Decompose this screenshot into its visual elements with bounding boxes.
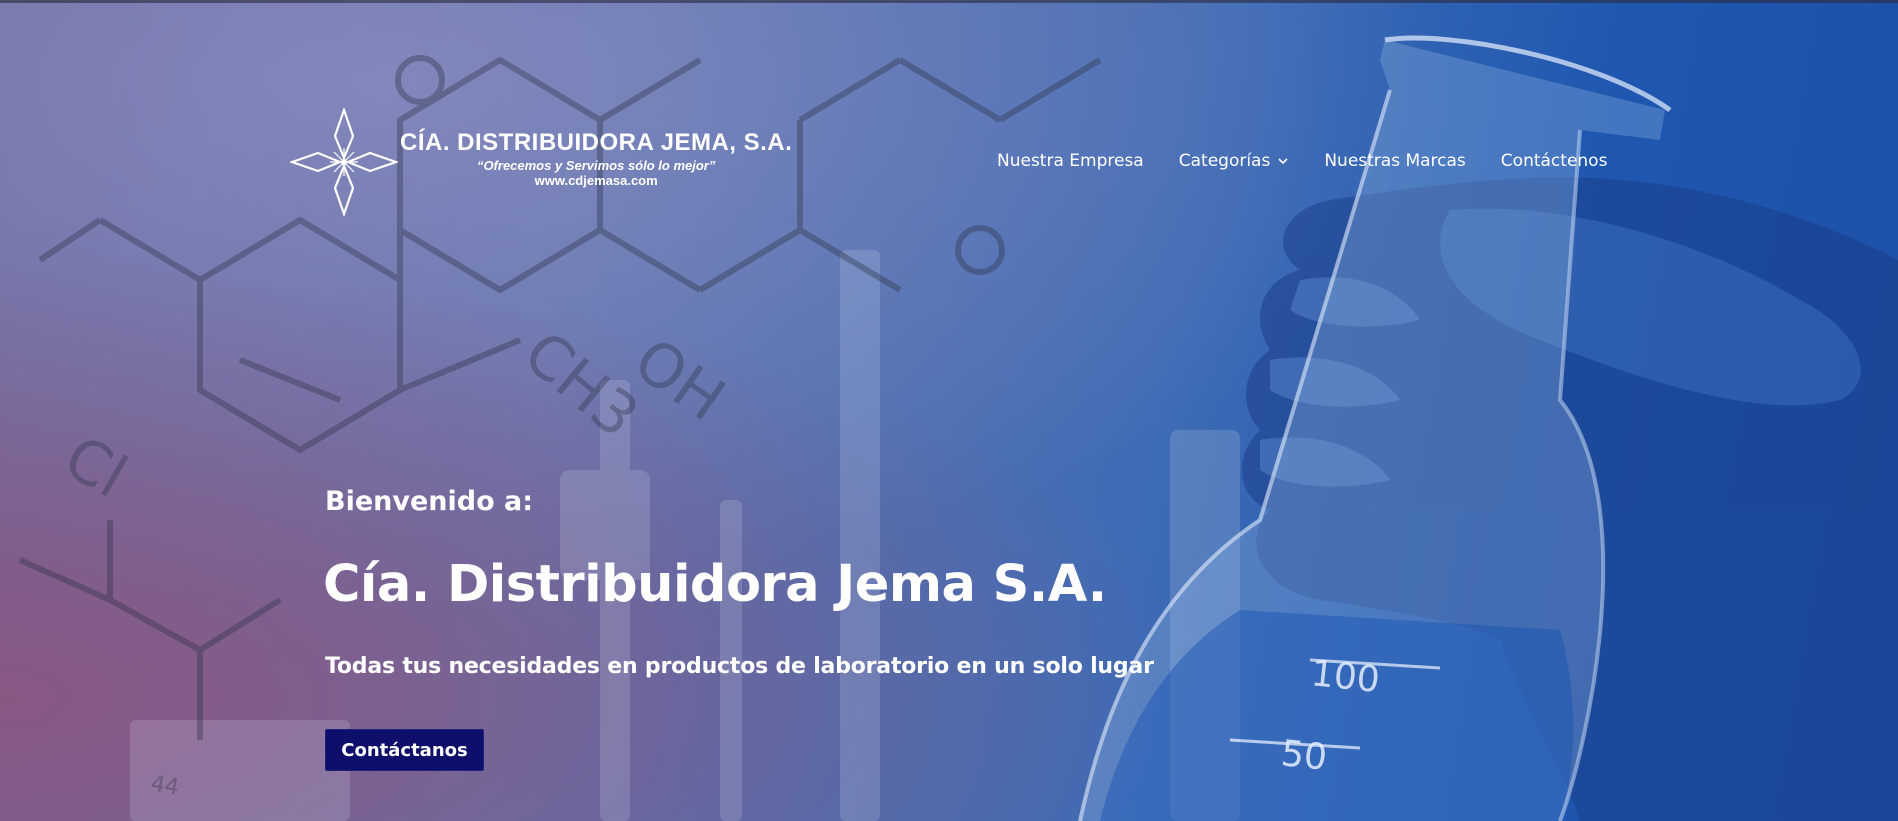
main-navigation: Nuestra Empresa Categorías Nuestras Marc… [997,151,1607,171]
nav-item-label: Nuestra Empresa [997,151,1144,171]
nav-item-nuestra-empresa[interactable]: Nuestra Empresa [997,151,1144,171]
logo-url: www.cdjemasa.com [534,172,658,188]
logo-text: CÍA. DISTRIBUIDORA JEMA, S.A. “Ofrecemos… [400,129,792,188]
hero-background-image: Cl CH3 OH 44 100 50 [18,35,1898,821]
hero-subheadline: Todas tus necesidades en productos de la… [325,654,1154,679]
contact-cta-button[interactable]: Contáctanos [325,729,484,771]
hero-welcome-text: Bienvenido a: [325,486,534,517]
chevron-down-icon [1278,158,1288,165]
four-point-star-icon [290,108,398,216]
site-logo[interactable]: CÍA. DISTRIBUIDORA JEMA, S.A. “Ofrecemos… [290,108,792,216]
hero-section: Cl CH3 OH 44 100 50 CÍA. DISTRIBUIDORA J… [0,0,1898,821]
logo-slogan: “Ofrecemos y Servimos sólo lo mejor” [476,157,716,173]
nav-item-categorias[interactable]: Categorías [1179,151,1290,171]
bg-label-oh: OH [621,325,737,435]
nav-item-label: Contáctenos [1500,151,1608,171]
bg-label-44: 44 [149,771,181,800]
nav-item-label: Nuestras Marcas [1324,151,1466,171]
logo-company-name: CÍA. DISTRIBUIDORA JEMA, S.A. [400,128,793,156]
nav-item-contactenos[interactable]: Contáctenos [1501,151,1608,171]
browser-top-edge [0,0,1898,3]
bg-flask-mark-50: 50 [1279,733,1329,779]
bg-flask-mark-100: 100 [1309,653,1382,701]
hero-headline: Cía. Distribuidora Jema S.A. [323,555,1107,614]
bg-label-cl: Cl [53,422,139,512]
nav-item-nuestras-marcas[interactable]: Nuestras Marcas [1324,151,1465,171]
nav-item-label: Categorías [1178,151,1271,171]
